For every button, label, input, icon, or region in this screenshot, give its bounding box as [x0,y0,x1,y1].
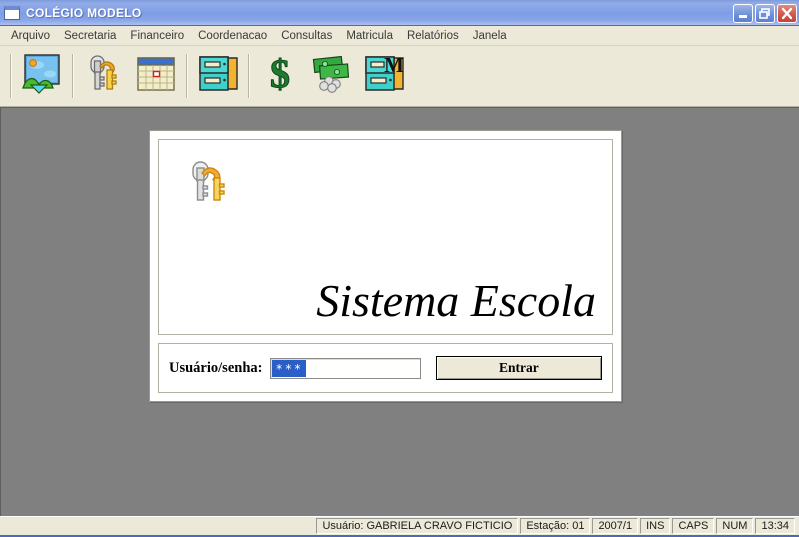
status-caps: CAPS [672,518,715,534]
status-user: Usuário: GABRIELA CRAVO FICTICIO [316,518,519,534]
picture-landscape-icon [19,52,65,101]
submit-button[interactable]: Entrar [435,356,602,380]
svg-text:M: M [384,53,404,77]
menu-item-relatorios[interactable]: Relatórios [400,28,466,44]
minimize-button[interactable] [733,3,753,23]
toolbar-button-cabinet[interactable] [192,51,244,101]
status-station: Estação: 01 [520,518,591,534]
keys-icon [82,52,126,101]
login-form: Usuário/senha: *** Entrar [158,343,613,393]
toolbar-separator [248,54,250,98]
dollar-sign-icon: $ [260,50,300,101]
menu-item-secretaria[interactable]: Secretaria [57,28,123,44]
menu-item-consultas[interactable]: Consultas [274,28,339,44]
brand-title: Sistema Escola [316,275,596,326]
svg-text:$: $ [270,52,290,96]
window-title: COLÉGIO MODELO [26,6,142,20]
login-panel: Sistema Escola Usuário/senha: *** Entrar [149,130,622,402]
toolbar-button-picture[interactable] [16,51,68,101]
mdi-client-area: Sistema Escola Usuário/senha: *** Entrar [0,107,799,516]
password-input[interactable]: *** [270,357,421,379]
file-cabinet-m-icon: M [361,52,407,101]
status-clock: 13:34 [755,518,795,534]
menu-item-coordenacao[interactable]: Coordenacao [191,28,274,44]
toolbar-separator [72,54,74,98]
window-document-icon [4,6,20,20]
menu-item-financeiro[interactable]: Financeiro [123,28,191,44]
calendar-icon [134,53,178,100]
password-input-value: *** [272,359,307,377]
status-num: NUM [716,518,754,534]
toolbar-separator [10,54,12,98]
title-bar[interactable]: COLÉGIO MODELO [0,0,799,26]
toolbar-separator [186,54,188,98]
toolbar-button-dollar[interactable]: $ [254,50,306,101]
toolbar-button-keys[interactable] [78,51,130,101]
menu-item-matricula[interactable]: Matricula [339,28,400,44]
toolbar-button-calendar[interactable] [130,51,182,101]
window-controls [733,3,797,23]
file-cabinet-icon [195,52,241,101]
application-window: COLÉGIO MODELO Arquivo Secretaria Financ… [0,0,799,537]
credentials-label: Usuário/senha: [169,359,263,376]
toolbar-button-money[interactable] [306,51,358,101]
status-period: 2007/1 [592,518,639,534]
close-button[interactable] [777,3,797,23]
money-cash-icon [308,53,356,100]
restore-button[interactable] [755,3,775,23]
menu-item-janela[interactable]: Janela [466,28,514,44]
keys-icon [189,158,235,213]
toolbar: $ M [0,46,799,107]
status-bar: Usuário: GABRIELA CRAVO FICTICIO Estação… [0,516,799,537]
toolbar-button-cabinet-m[interactable]: M [358,51,410,101]
login-logo-box: Sistema Escola [158,139,613,335]
menu-item-arquivo[interactable]: Arquivo [4,28,57,44]
menu-bar: Arquivo Secretaria Financeiro Coordenaca… [0,26,799,46]
status-insert-mode: INS [640,518,671,534]
